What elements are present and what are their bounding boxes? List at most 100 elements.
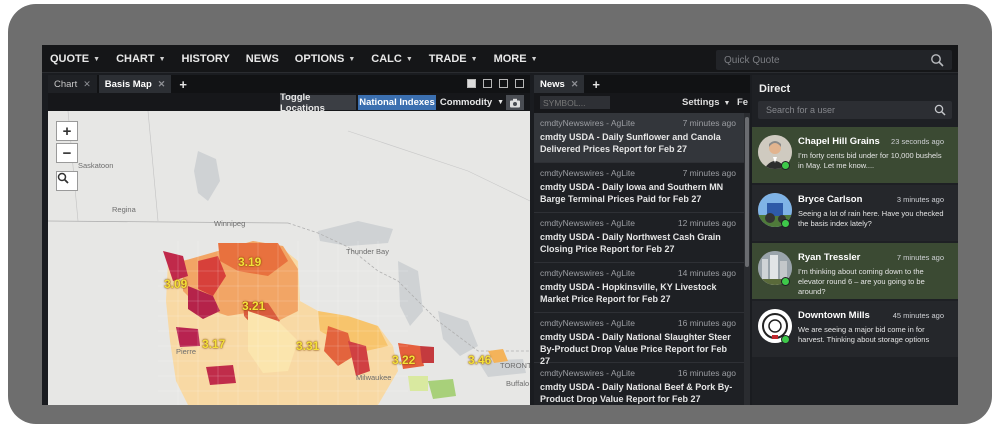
zoom-out-button[interactable]: − [56,143,78,163]
news-item[interactable]: cmdtyNewswires - AgLite 12 minutes ago c… [534,213,744,263]
chat-name: Ryan Tressler [798,252,861,263]
chevron-down-icon: ▼ [530,55,538,63]
chat-item[interactable]: Chapel Hill Grains 23 seconds ago I'm fo… [752,127,958,183]
chevron-down-icon: ▼ [158,55,166,63]
chevron-down-icon: ▼ [497,99,505,106]
zoom-in-button[interactable]: + [56,121,78,141]
city-label: Winnipeg [214,219,246,228]
basis-value-label: 3.19 [238,255,262,269]
news-list: cmdtyNewswires - AgLite 7 minutes ago cm… [534,113,744,405]
news-item[interactable]: cmdtyNewswires - AgLite 16 minutes ago c… [534,313,744,366]
chevron-down-icon: ▼ [93,55,101,63]
city-label: Pierre [176,347,197,356]
news-title: cmdty USDA - Hopkinsville, KY Livestock … [540,282,717,304]
basis-value-label: 3.22 [392,353,416,367]
map-toolbar: Toggle Locations National Indexes Commod… [48,92,530,114]
close-icon[interactable]: ✕ [158,79,166,90]
online-status-icon [781,277,790,286]
quick-quote-input[interactable] [724,53,914,67]
menu-history[interactable]: HISTORY [174,45,238,73]
city-label: Milwaukee [356,373,392,382]
city-label: Regina [112,205,136,214]
chat-name: Bryce Carlson [798,194,863,205]
chevron-down-icon: ▼ [470,55,478,63]
city-label: TORONTO [500,361,530,370]
news-time: 14 minutes ago [677,268,736,278]
magnifier-icon [57,172,69,184]
chat-item[interactable]: Ryan Tressler 7 minutes ago I'm thinking… [752,243,958,299]
camera-icon[interactable] [506,95,524,110]
basis-map-panel: Chart ✕ Basis Map ✕ + Toggle Locations Nat… [48,75,530,405]
news-title: cmdty USDA - Daily National Beef & Pork … [540,382,733,404]
news-time: 7 minutes ago [682,168,736,178]
app-screen: QUOTE ▼ CHART ▼ HISTORY NEWS OPTIONS ▼ CALC… [42,45,958,405]
clipped-toolbar-label[interactable]: Fe [737,97,748,108]
stop-icon[interactable] [467,79,476,88]
close-icon[interactable]: ✕ [571,79,579,90]
national-indexes-button[interactable]: National Indexes [358,95,436,110]
basis-value-label: 3.31 [296,339,320,353]
chat-message: Seeing a lot of rain here. Have you chec… [798,209,944,228]
close-icon[interactable]: ✕ [83,79,91,90]
menu-quote[interactable]: QUOTE ▼ [42,45,108,73]
news-title: cmdty USDA - Daily Sunflower and Canola … [540,132,721,154]
link-icon[interactable] [483,79,492,88]
user-search-box [758,101,952,119]
news-scrollbar[interactable] [744,113,750,405]
add-tab-button[interactable]: + [586,75,606,93]
scrollbar-thumb[interactable] [745,117,749,267]
chevron-down-icon: ▼ [723,100,731,107]
chat-time: 7 minutes ago [896,253,944,262]
news-toolbar: Settings▼ Fe [534,93,750,113]
add-tab-button[interactable]: + [173,75,193,93]
direct-title: Direct [759,83,791,95]
menu-news[interactable]: NEWS [238,45,287,73]
menu-calc[interactable]: CALC ▼ [363,45,421,73]
menu-options[interactable]: OPTIONS ▼ [287,45,363,73]
menu-more[interactable]: MORE ▼ [486,45,546,73]
news-panel: News✕ + Settings▼ Fe cmdtyNewswires - Ag… [534,75,750,405]
chat-time: 3 minutes ago [896,195,944,204]
news-title: cmdty USDA - Daily Iowa and Southern MN … [540,182,724,204]
basis-value-label: 3.46 [468,353,492,367]
online-status-icon [781,219,790,228]
map-search-button[interactable] [56,171,78,191]
chat-time: 23 seconds ago [891,137,944,146]
direct-panel: Direct Chapel Hill Grains 23 seconds ago… [752,75,958,405]
symbol-input[interactable] [540,96,610,109]
city-label: Buffalo [506,379,530,388]
basis-value-label: 3.21 [242,299,266,313]
chat-item[interactable]: Downtown Mills 45 minutes ago We are see… [752,301,958,357]
search-icon[interactable] [934,104,946,116]
map-canvas [48,111,530,405]
online-status-icon [781,161,790,170]
popout-icon[interactable] [499,79,508,88]
commodity-dropdown[interactable]: Commodity ▼ [440,95,504,110]
toggle-locations-button[interactable]: Toggle Locations [280,92,356,114]
menu-trade[interactable]: TRADE ▼ [421,45,486,73]
chat-name: Downtown Mills [798,310,870,321]
search-icon[interactable] [930,53,944,67]
basis-map[interactable]: + − Saskatoon Regina Winnipeg Thunder Ba… [48,111,530,405]
news-item[interactable]: cmdtyNewswires - AgLite 16 minutes ago c… [534,363,744,405]
close-window-icon[interactable] [515,79,524,88]
chat-name: Chapel Hill Grains [798,136,880,147]
online-status-icon [781,335,790,344]
basis-value-label: 3.09 [164,277,188,291]
news-item[interactable]: cmdtyNewswires - AgLite 7 minutes ago cm… [534,163,744,213]
chat-item[interactable]: Bryce Carlson 3 minutes ago Seeing a lot… [752,185,958,241]
chat-time: 45 minutes ago [892,311,944,320]
tab-basis-map[interactable]: Basis Map ✕ [98,75,172,93]
chevron-down-icon: ▼ [348,55,356,63]
tab-news[interactable]: News ✕ [534,75,585,93]
news-item[interactable]: cmdtyNewswires - AgLite 7 minutes ago cm… [534,113,744,163]
quick-quote-box [716,50,952,70]
news-item[interactable]: cmdtyNewswires - AgLite 14 minutes ago c… [534,263,744,313]
menu-chart[interactable]: CHART ▼ [108,45,173,73]
main-menu: QUOTE ▼ CHART ▼ HISTORY NEWS OPTIONS ▼ CALC… [42,45,546,73]
user-search-input[interactable] [766,104,926,116]
settings-dropdown[interactable]: Settings ▼ [682,97,730,108]
news-title: cmdty USDA - Daily Northwest Cash Grain … [540,232,721,254]
tab-chart[interactable]: Chart ✕ [48,75,97,93]
news-time: 12 minutes ago [677,218,736,228]
